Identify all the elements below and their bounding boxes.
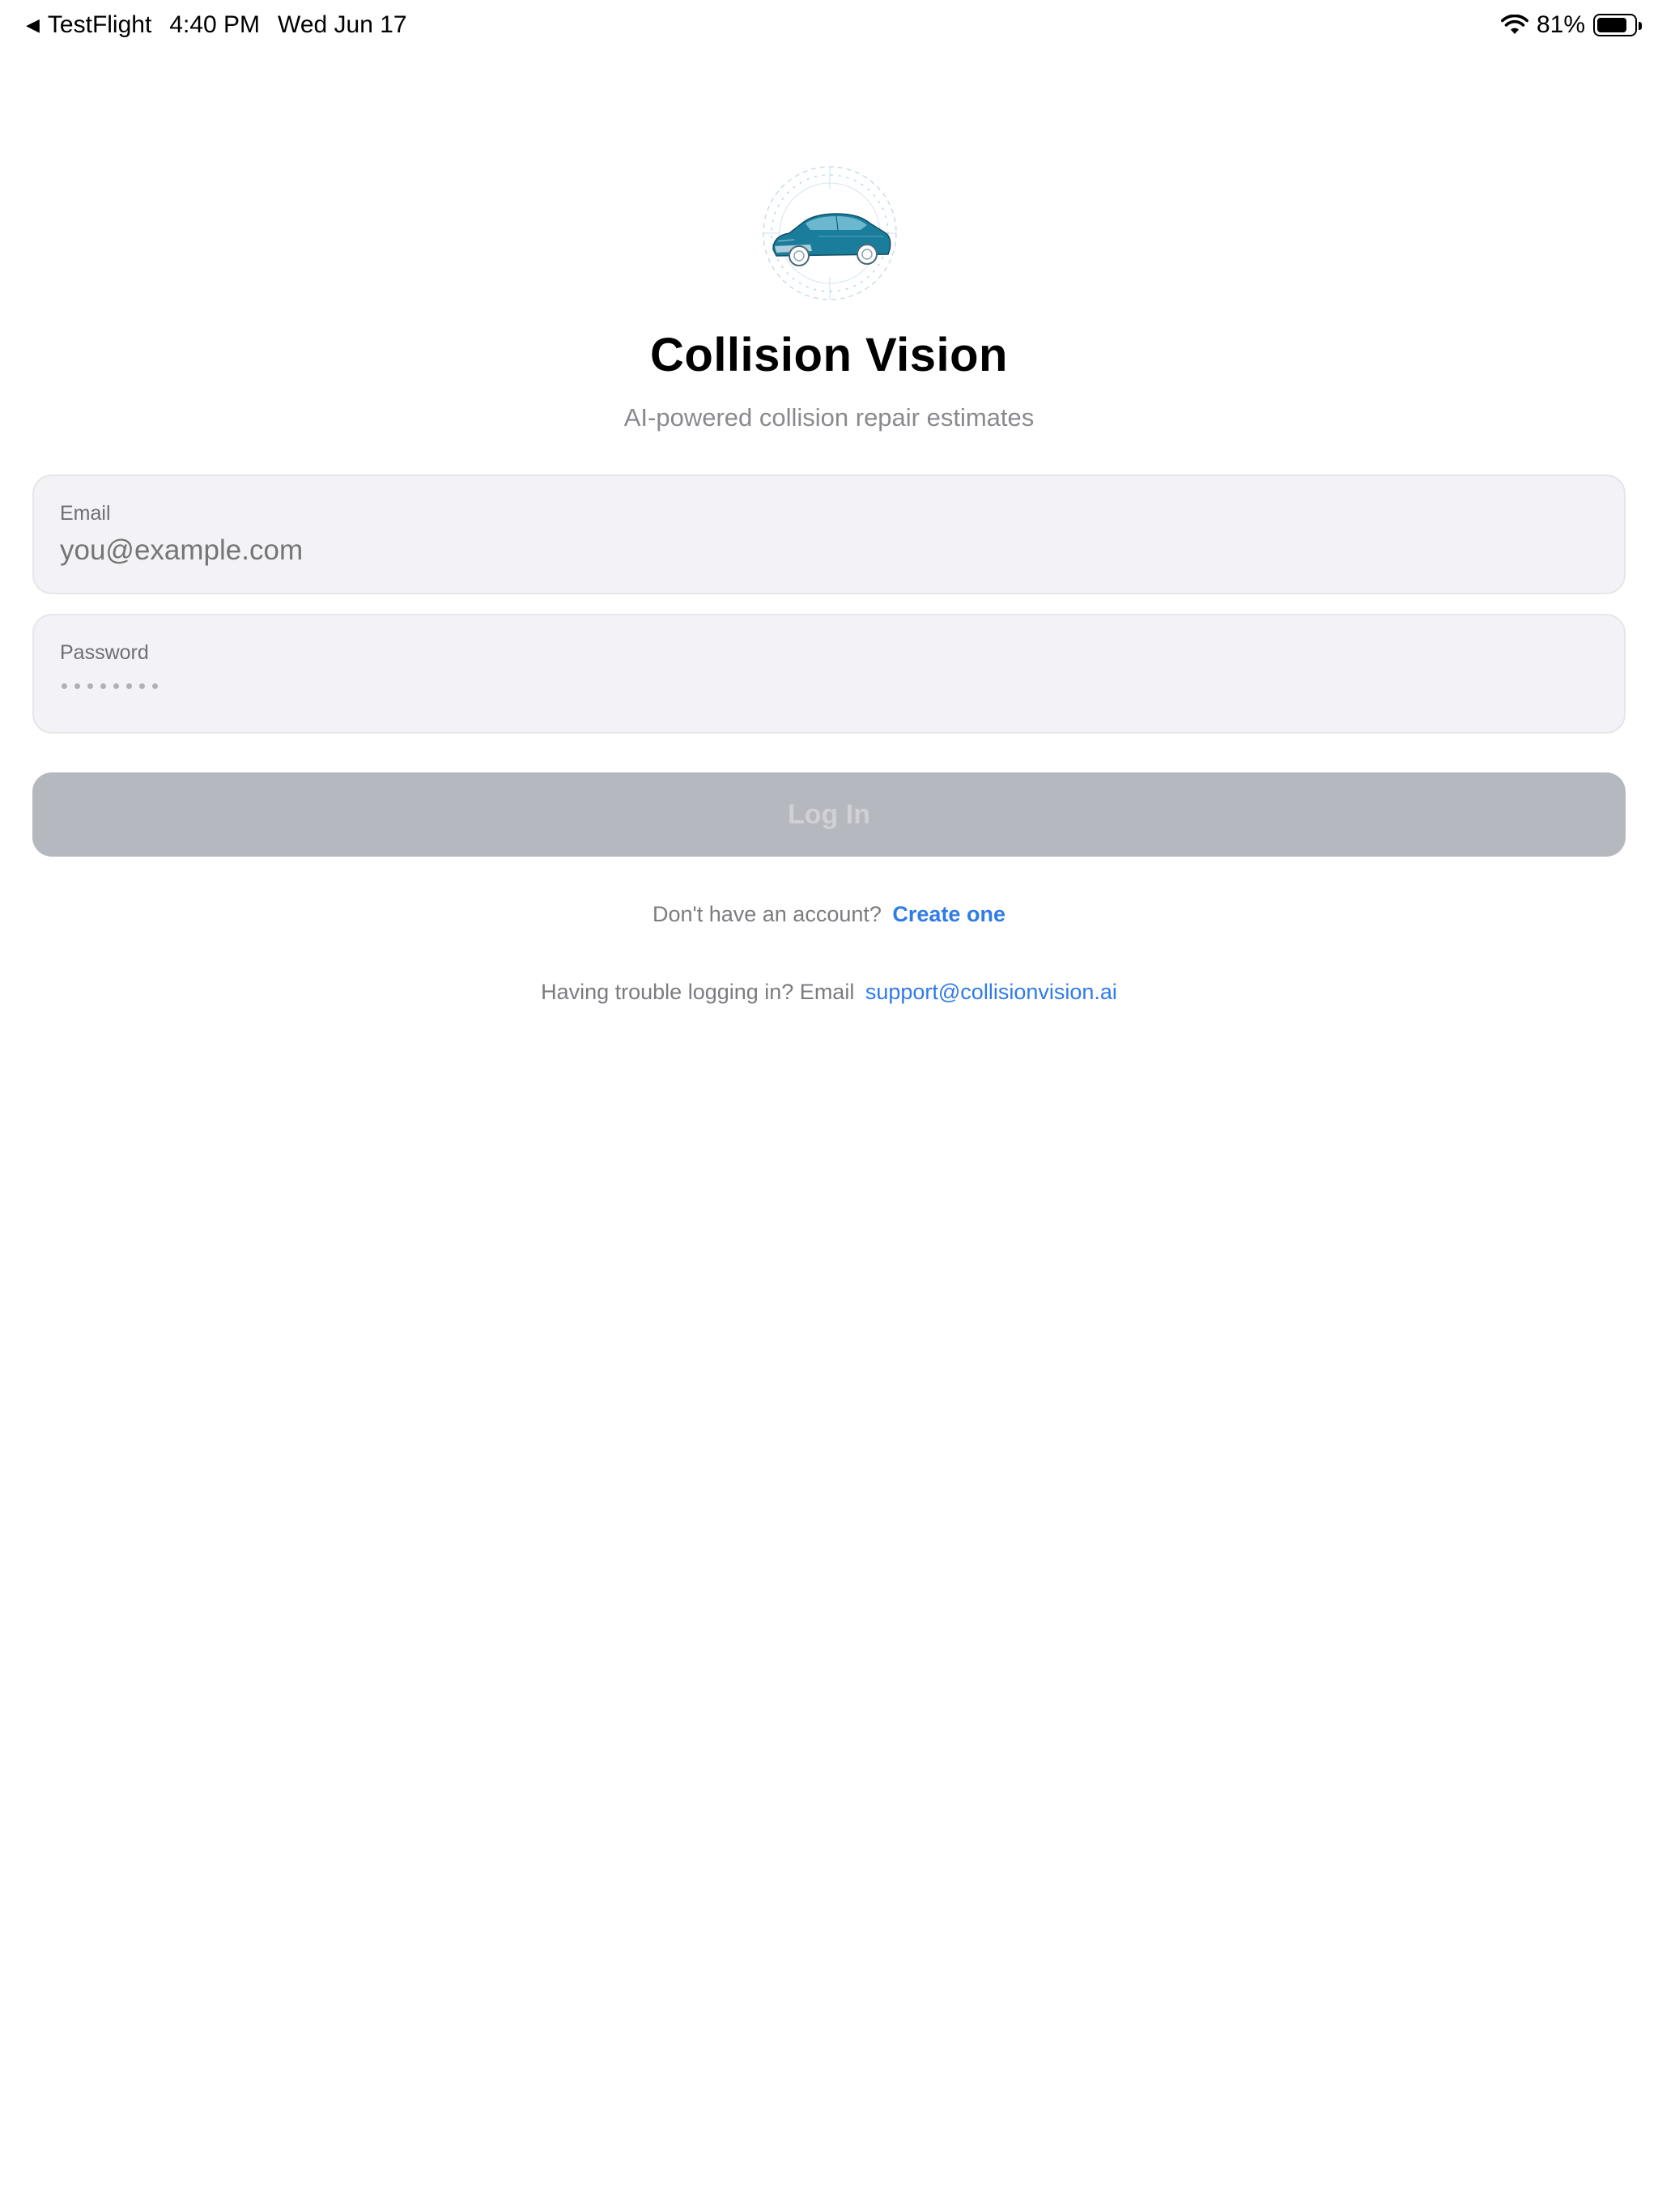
login-button[interactable]: Log In <box>32 772 1626 857</box>
car-logo-icon <box>763 166 897 300</box>
app-subtitle: AI-powered collision repair estimates <box>623 403 1035 432</box>
battery-percent: 81% <box>1536 11 1585 38</box>
back-to-app-link[interactable]: TestFlight <box>48 11 151 39</box>
battery-level <box>1597 18 1626 32</box>
status-time: 4:40 PM <box>169 11 261 38</box>
back-arrow-icon[interactable]: ◀ <box>26 15 40 36</box>
email-input[interactable] <box>60 534 1582 567</box>
create-account-link[interactable]: Create one <box>892 902 1005 926</box>
support-prompt: Having trouble logging in? Email <box>541 980 855 1004</box>
battery-icon <box>1593 14 1642 36</box>
signup-prompt: Don't have an account? <box>653 902 882 926</box>
status-bar: ◀ TestFlight 4:40 PM Wed Jun 17 81% <box>0 0 1658 52</box>
password-field[interactable]: Password <box>32 614 1626 734</box>
email-field[interactable]: Email <box>32 474 1626 594</box>
wifi-icon <box>1500 15 1528 34</box>
status-date: Wed Jun 17 <box>278 11 407 38</box>
password-placeholder-dots[interactable] <box>62 683 165 689</box>
support-email-link[interactable]: support@collisionvision.ai <box>865 980 1117 1004</box>
signup-prompt-line: Don't have an account? Create one <box>0 902 1658 927</box>
status-bar-left: ◀ TestFlight 4:40 PM Wed Jun 17 <box>26 11 407 39</box>
app-title: Collision Vision <box>650 329 1008 381</box>
support-line: Having trouble logging in? Email support… <box>0 980 1658 1005</box>
password-label: Password <box>60 641 149 664</box>
status-bar-right: 81% <box>1500 11 1642 39</box>
email-label: Email <box>60 502 111 525</box>
